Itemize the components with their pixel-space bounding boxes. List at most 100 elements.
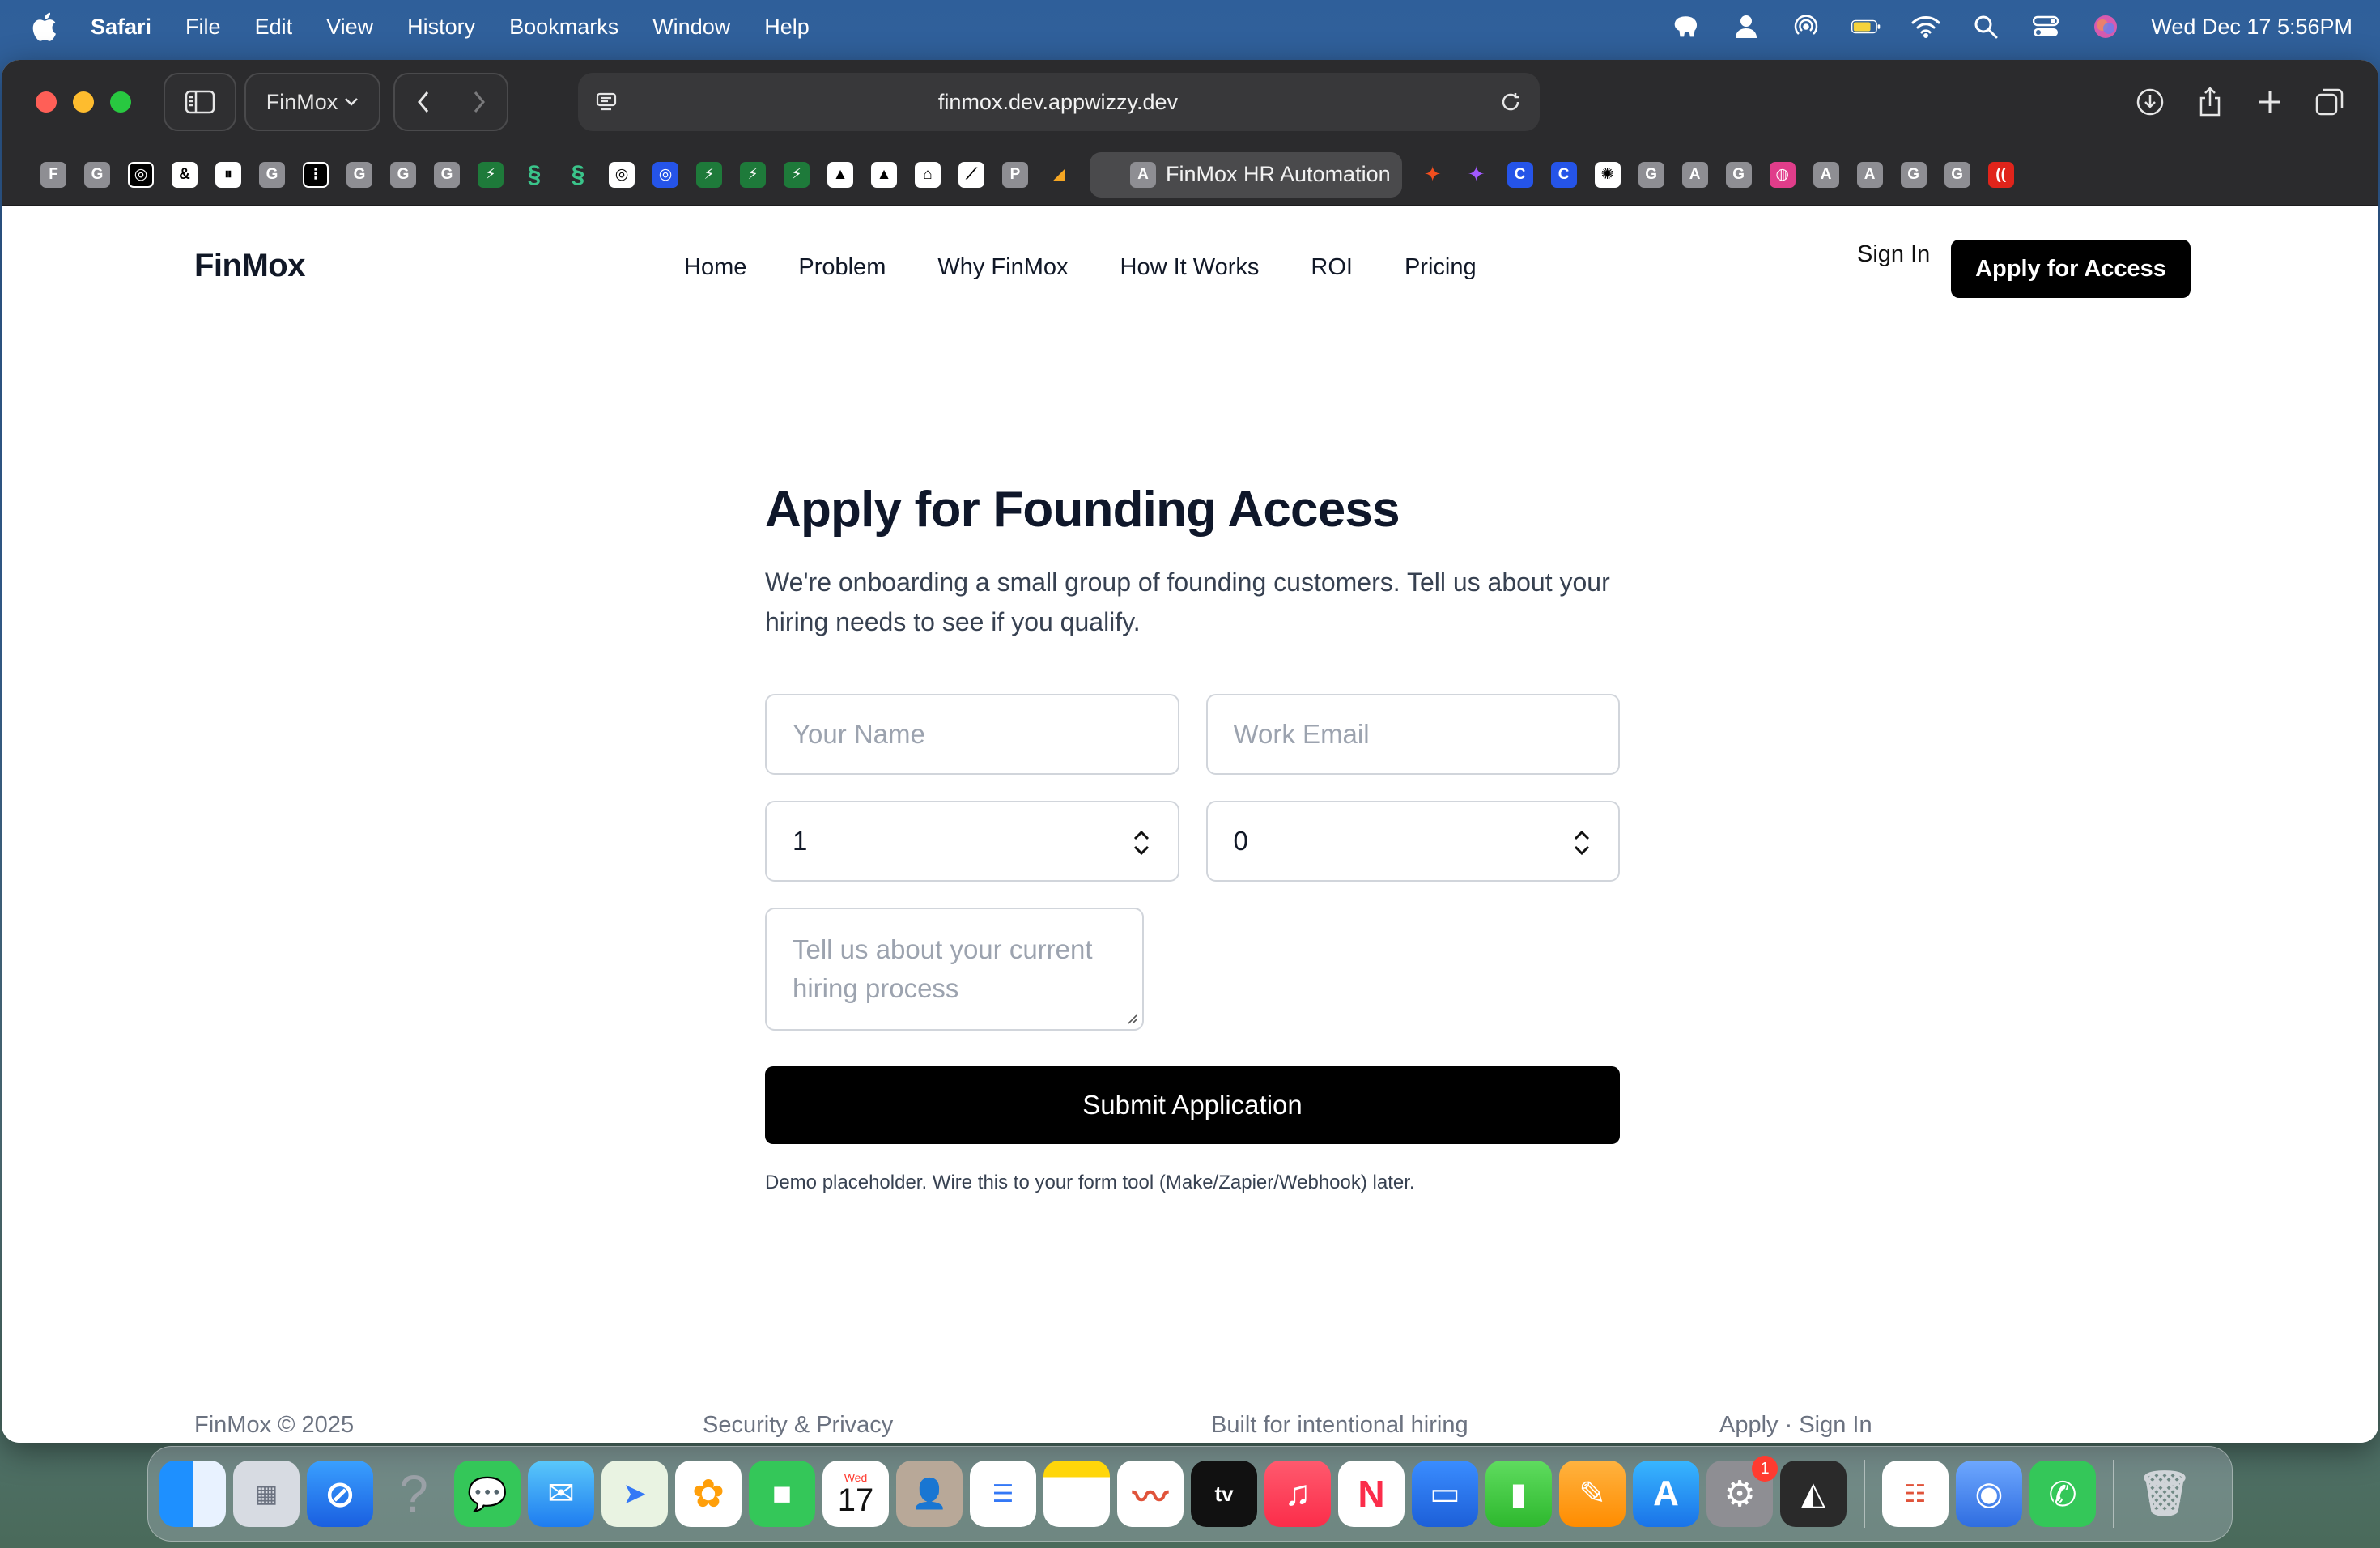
freeform-icon[interactable]: 〰: [1117, 1461, 1184, 1527]
news-icon[interactable]: N: [1338, 1461, 1405, 1527]
favorite-icon[interactable]: §: [521, 161, 547, 188]
screen-sharing-icon[interactable]: ◉: [1956, 1461, 2022, 1527]
textedit-icon[interactable]: ☷: [1882, 1461, 1949, 1527]
menu-edit[interactable]: Edit: [255, 15, 293, 40]
favorite-icon[interactable]: ▲: [827, 161, 853, 188]
favorite-icon[interactable]: ◎: [652, 161, 678, 188]
apple-menu-icon[interactable]: [31, 12, 57, 41]
favorite-icon[interactable]: ⌂: [915, 161, 941, 188]
menu-help[interactable]: Help: [764, 15, 810, 40]
active-tab[interactable]: A FinMox HR Automation: [1090, 151, 1402, 198]
hiring-process-textarea[interactable]: Tell us about your current hiring proces…: [765, 908, 1144, 1031]
site-logo[interactable]: FinMox: [194, 248, 305, 284]
url-text[interactable]: finmox.dev.appwizzy.dev: [617, 90, 1499, 115]
submit-application-button[interactable]: Submit Application: [765, 1066, 1620, 1144]
app-store-icon[interactable]: A: [1633, 1461, 1699, 1527]
favorite-icon[interactable]: ◎: [128, 161, 154, 188]
nav-problem[interactable]: Problem: [798, 254, 886, 281]
number-input-one[interactable]: 1: [765, 801, 1179, 882]
system-settings-icon[interactable]: ⚙ 1: [1706, 1456, 1778, 1527]
nav-roi[interactable]: ROI: [1311, 254, 1353, 281]
battery-icon[interactable]: [1851, 15, 1881, 39]
user-icon[interactable]: [1732, 15, 1761, 39]
nav-why-finmox[interactable]: Why FinMox: [937, 254, 1068, 281]
menu-clock[interactable]: Wed Dec 17 5:56PM: [2151, 15, 2352, 40]
favorite-icon[interactable]: G: [84, 161, 110, 188]
figma-icon[interactable]: ✦: [1464, 162, 1490, 188]
photos-icon[interactable]: ✿: [675, 1461, 742, 1527]
stepper-icon[interactable]: [1573, 827, 1591, 859]
forward-button[interactable]: [451, 91, 507, 113]
openai-icon[interactable]: ✺: [1594, 161, 1621, 188]
close-window-button[interactable]: [36, 91, 57, 113]
tab-group-button[interactable]: FinMox: [244, 73, 380, 131]
sign-in-link[interactable]: Sign In: [1857, 241, 1930, 268]
favorite-icon[interactable]: ⚡: [696, 161, 722, 188]
page-settings-icon[interactable]: [596, 91, 617, 113]
spotlight-search-icon[interactable]: [1971, 15, 2000, 39]
favorite-icon[interactable]: C: [1550, 161, 1577, 188]
apply-for-access-button[interactable]: Apply for Access: [1951, 240, 2191, 298]
airdrop-icon[interactable]: [1791, 15, 1821, 39]
menu-window[interactable]: Window: [652, 15, 730, 40]
figma-icon[interactable]: ✦: [1420, 162, 1446, 188]
favorite-icon[interactable]: F: [40, 161, 66, 188]
wifi-icon[interactable]: [1911, 15, 1940, 39]
back-button[interactable]: [395, 91, 451, 113]
notes-icon[interactable]: [1043, 1461, 1110, 1527]
work-email-input[interactable]: Work Email: [1205, 694, 1620, 775]
name-input[interactable]: Your Name: [765, 694, 1179, 775]
favorite-icon[interactable]: ⋮: [303, 161, 329, 188]
elephant-icon[interactable]: [1672, 15, 1701, 39]
menu-file[interactable]: File: [185, 15, 221, 40]
zoom-window-button[interactable]: [110, 91, 131, 113]
favorite-icon[interactable]: G: [390, 161, 416, 188]
favorite-icon[interactable]: G: [1944, 161, 1970, 188]
finder-icon[interactable]: [159, 1461, 226, 1527]
safari-icon[interactable]: ⊘: [307, 1461, 373, 1527]
calendar-icon[interactable]: Wed 17: [822, 1461, 889, 1527]
stepper-icon[interactable]: [1133, 827, 1150, 859]
menu-app-name[interactable]: Safari: [91, 15, 151, 40]
numbers-icon[interactable]: ▮: [1485, 1461, 1552, 1527]
dribbble-icon[interactable]: ◍: [1769, 161, 1796, 188]
favorite-icon[interactable]: A: [1681, 161, 1708, 188]
favorite-icon[interactable]: G: [346, 161, 372, 188]
favorite-icon[interactable]: G: [434, 161, 460, 188]
number-input-two[interactable]: 0: [1205, 801, 1620, 882]
resize-handle-icon[interactable]: [1124, 1011, 1137, 1024]
menu-bookmarks[interactable]: Bookmarks: [509, 15, 618, 40]
favorite-icon[interactable]: ⚡: [740, 161, 766, 188]
reload-icon[interactable]: [1499, 91, 1522, 113]
siri-icon[interactable]: [2091, 15, 2120, 39]
tv-icon[interactable]: tv: [1191, 1461, 1257, 1527]
favorite-icon[interactable]: G: [259, 161, 285, 188]
nav-home[interactable]: Home: [684, 254, 746, 281]
favorite-icon[interactable]: ⚡: [478, 161, 504, 188]
launchpad-icon[interactable]: ▦: [233, 1461, 300, 1527]
favorite-icon[interactable]: A: [1813, 161, 1839, 188]
music-icon[interactable]: ♫: [1264, 1461, 1331, 1527]
favorite-icon[interactable]: G: [1638, 161, 1664, 188]
pages-icon[interactable]: ✎: [1559, 1461, 1626, 1527]
cursor-app-icon[interactable]: ◭: [1780, 1461, 1847, 1527]
mail-icon[interactable]: ✉: [528, 1461, 594, 1527]
nav-how-it-works[interactable]: How It Works: [1120, 254, 1260, 281]
phone-icon[interactable]: ✆: [2029, 1461, 2096, 1527]
minimize-window-button[interactable]: [73, 91, 94, 113]
favorite-icon[interactable]: ◎: [609, 161, 635, 188]
favorite-icon[interactable]: ⏸: [215, 161, 241, 188]
favorite-icon[interactable]: G: [1725, 161, 1752, 188]
reminders-icon[interactable]: ☰: [970, 1461, 1036, 1527]
sidebar-toggle-button[interactable]: [164, 73, 236, 131]
favorite-icon[interactable]: ⟋: [958, 161, 984, 188]
new-tab-icon[interactable]: [2254, 86, 2286, 118]
menu-view[interactable]: View: [326, 15, 373, 40]
share-icon[interactable]: [2194, 86, 2226, 118]
unknown-app-icon[interactable]: ?: [380, 1461, 447, 1527]
facetime-icon[interactable]: ■: [749, 1461, 815, 1527]
keynote-icon[interactable]: ▭: [1412, 1461, 1478, 1527]
favorite-icon[interactable]: C: [1507, 161, 1533, 188]
contacts-icon[interactable]: 👤: [896, 1461, 963, 1527]
footer-links[interactable]: Apply · Sign In: [1719, 1412, 1872, 1439]
